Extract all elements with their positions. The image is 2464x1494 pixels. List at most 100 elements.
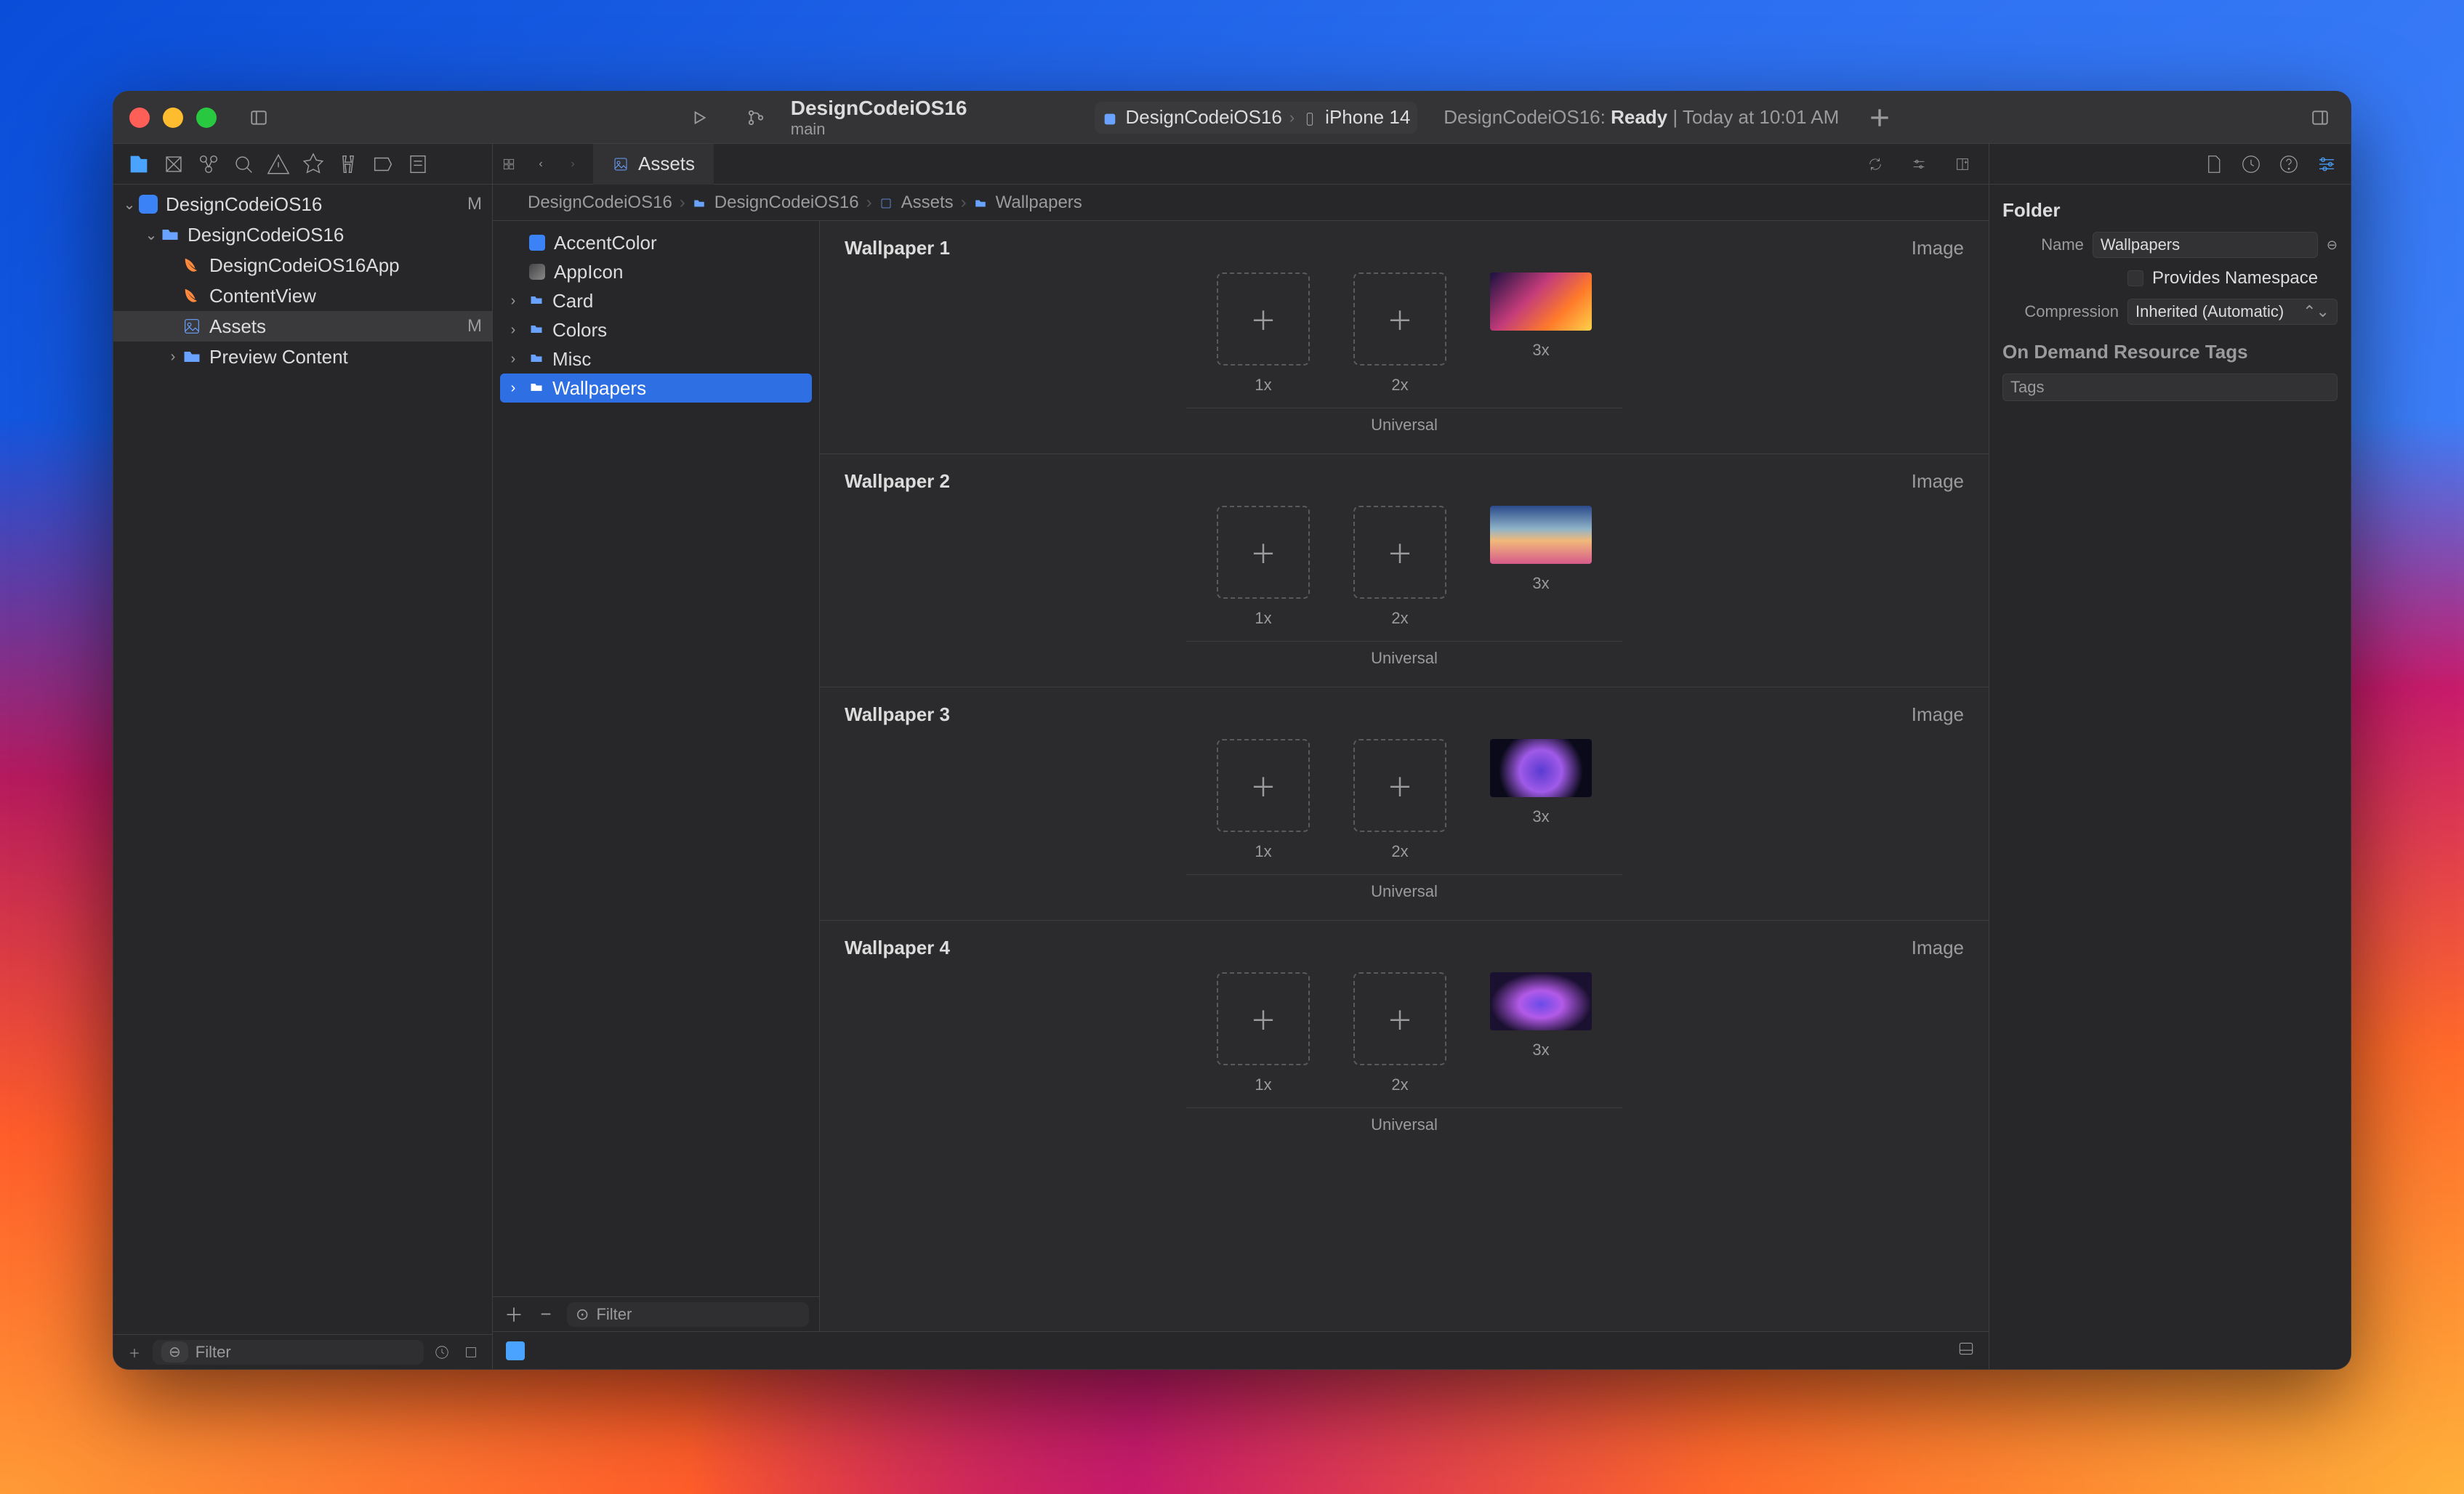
workspace-body: ⌄ DesignCodeiOS16 M ⌄ DesignCodeiOS16 De… [113,144,2351,1369]
chevron-down-icon[interactable]: ⌄ [142,226,160,244]
file-inspector-icon[interactable] [2202,153,2224,175]
adjust-editor-button[interactable] [1903,148,1935,180]
issue-navigator-icon[interactable] [266,152,291,177]
clear-button[interactable]: ⊖ [2327,238,2338,253]
crumb-group[interactable]: DesignCodeiOS16 [693,193,859,213]
add-target-button[interactable] [1865,103,1894,132]
find-navigator-icon[interactable] [231,152,256,177]
crumb-folder[interactable]: Wallpapers [974,193,1082,213]
asset-outline-footer: ＋ − ⊙ Filter [493,1296,819,1331]
slot-label: 2x [1391,376,1408,395]
tree-file[interactable]: DesignCodeiOS16App [113,250,492,280]
image-set-title: Wallpaper 2 [845,470,950,493]
image-well-3x[interactable] [1490,506,1592,564]
image-well-2x[interactable]: ＋ [1353,506,1446,599]
source-control-icon[interactable] [741,103,770,132]
scheme-selector[interactable]: DesignCodeiOS16 › iPhone 14 [1095,102,1417,134]
chevron-right-icon[interactable]: › [164,349,182,366]
refresh-button[interactable] [1859,148,1891,180]
chevron-right-icon[interactable]: › [506,293,520,310]
run-button[interactable] [685,103,714,132]
slot-label: 1x [1255,1075,1271,1094]
image-well-3x[interactable] [1490,272,1592,331]
filter-scope-icon[interactable]: ⊖ [161,1341,188,1362]
image-set[interactable]: Wallpaper 2 Image ＋1x ＋2x 3x Universal [820,454,1989,687]
crumb-assets[interactable]: Assets [879,193,954,213]
related-items-button[interactable] [493,148,525,180]
image-set[interactable]: Wallpaper 1 Image ＋1x ＋2x 3x Universal [820,221,1989,454]
attributes-inspector-icon[interactable] [2316,153,2338,175]
test-navigator-icon[interactable] [301,152,326,177]
jump-bar[interactable]: DesignCodeiOS16 › DesignCodeiOS16 › Asse… [493,185,1989,221]
minimize-window-button[interactable] [163,108,183,128]
add-asset-button[interactable]: ＋ [503,1304,525,1325]
asset-item-folder-wallpapers[interactable]: › Wallpapers [500,374,812,403]
debug-navigator-icon[interactable] [336,152,361,177]
editor-tab-assets[interactable]: Assets [593,144,714,185]
asset-item-appicon[interactable]: AppIcon [493,257,819,286]
asset-item-folder-card[interactable]: › Card [493,286,819,315]
project-file-tree: ⌄ DesignCodeiOS16 M ⌄ DesignCodeiOS16 De… [113,185,492,1334]
image-set[interactable]: Wallpaper 3 Image ＋1x ＋2x 3x Universal [820,687,1989,921]
resource-tags-field[interactable]: Tags [2002,374,2338,401]
chevron-right-icon[interactable]: › [506,380,520,397]
navigator-filter-field[interactable]: ⊖ Filter [153,1340,424,1365]
asset-filter-field[interactable]: ⊙ Filter [567,1302,809,1327]
editor-split: AccentColor AppIcon › Card [493,221,1989,1331]
image-well-1x[interactable]: ＋ [1217,972,1310,1065]
help-inspector-icon[interactable] [2278,153,2300,175]
chevron-right-icon[interactable]: › [506,322,520,339]
image-well-2x[interactable]: ＋ [1353,739,1446,832]
folder-name-field[interactable] [2093,232,2318,258]
report-navigator-icon[interactable] [406,152,430,177]
recent-files-button[interactable] [431,1341,453,1363]
crumb-project[interactable]: DesignCodeiOS16 [506,193,672,213]
image-well-1x[interactable]: ＋ [1217,506,1310,599]
image-well-2x[interactable]: ＋ [1353,272,1446,366]
remove-asset-button[interactable]: − [535,1304,557,1325]
debug-view-button[interactable] [506,1341,525,1360]
nav-back-button[interactable]: ‹ [525,148,557,180]
toggle-navigator-button[interactable] [244,103,273,132]
image-well-1x[interactable]: ＋ [1217,739,1310,832]
image-well-3x[interactable] [1490,739,1592,797]
asset-item-label: AccentColor [554,232,657,254]
history-inspector-icon[interactable] [2240,153,2262,175]
chevron-right-icon[interactable]: › [506,351,520,368]
tree-folder[interactable]: › Preview Content [113,342,492,372]
add-file-button[interactable]: ＋ [124,1341,145,1363]
tree-group[interactable]: ⌄ DesignCodeiOS16 [113,219,492,250]
editor-tab-bar: ‹ › Assets [493,144,1989,185]
tree-label: Preview Content [209,346,348,368]
image-well-1x[interactable]: ＋ [1217,272,1310,366]
asset-item-folder-colors[interactable]: › Colors [493,315,819,344]
asset-item-folder-misc[interactable]: › Misc [493,344,819,374]
add-editor-button[interactable] [1946,148,1978,180]
source-control-navigator-icon[interactable] [161,152,186,177]
nav-forward-button[interactable]: › [557,148,589,180]
chevron-down-icon[interactable]: ⌄ [121,195,138,214]
image-well-3x[interactable] [1490,972,1592,1030]
image-well-2x[interactable]: ＋ [1353,972,1446,1065]
tree-file[interactable]: ContentView [113,280,492,311]
breakpoint-navigator-icon[interactable] [371,152,395,177]
library-button[interactable] [2306,103,2335,132]
inspector-row-name: Name ⊖ [2002,232,2338,258]
image-set[interactable]: Wallpaper 4 Image ＋1x ＋2x 3x Universal [820,921,1989,1153]
toggle-debug-area-button[interactable] [1957,1339,1976,1362]
provides-namespace-checkbox[interactable] [2127,270,2143,286]
scm-filter-button[interactable] [460,1341,482,1363]
compression-select[interactable]: Inherited (Automatic) ⌃⌄ [2127,299,2338,325]
close-window-button[interactable] [129,108,150,128]
fullscreen-window-button[interactable] [196,108,217,128]
tree-project-root[interactable]: ⌄ DesignCodeiOS16 M [113,189,492,219]
navigator-footer: ＋ ⊖ Filter [113,1334,492,1369]
tree-file-assets[interactable]: Assets M [113,311,492,342]
status-prefix: DesignCodeiOS16: [1444,106,1606,128]
asset-item-accentcolor[interactable]: AccentColor [493,228,819,257]
symbol-navigator-icon[interactable] [196,152,221,177]
slot-label: 2x [1391,609,1408,628]
tree-label: DesignCodeiOS16 [188,224,344,246]
project-navigator-icon[interactable] [126,152,151,177]
image-set-type: Image [1912,237,1964,259]
